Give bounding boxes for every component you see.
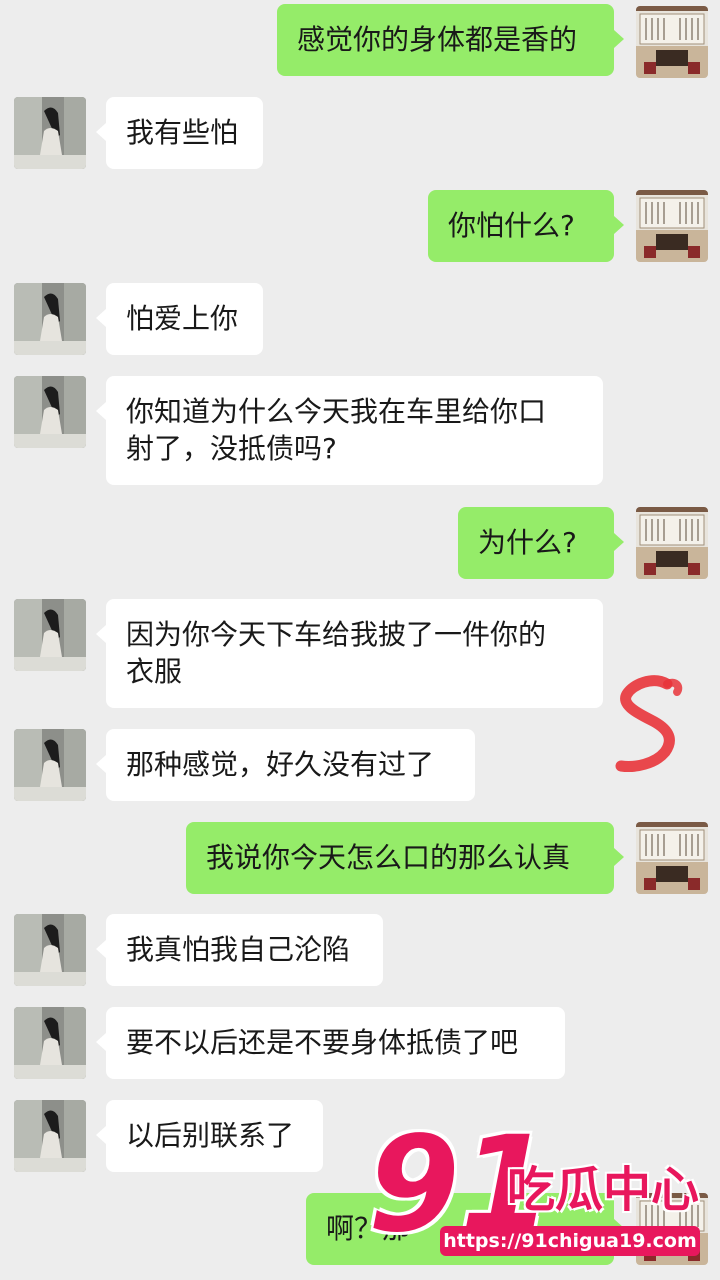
woman-photo-avatar-icon[interactable] bbox=[14, 376, 86, 448]
received-bubble[interactable]: 我真怕我自己沦陷 bbox=[96, 914, 383, 986]
woman-photo-avatar-icon[interactable] bbox=[14, 914, 86, 986]
received-bubble[interactable]: 因为你今天下车给我披了一件你的 衣服 bbox=[96, 599, 603, 708]
calligraphy-hall-avatar-icon[interactable] bbox=[636, 190, 708, 262]
woman-photo-avatar-icon[interactable] bbox=[14, 729, 86, 801]
woman-photo-avatar-icon[interactable] bbox=[14, 1100, 86, 1172]
received-bubble[interactable]: 怕爱上你 bbox=[96, 283, 263, 355]
woman-photo-avatar-icon[interactable] bbox=[14, 283, 86, 355]
calligraphy-hall-avatar-icon[interactable] bbox=[636, 507, 708, 579]
received-bubble[interactable]: 你知道为什么今天我在车里给你口 射了，没抵债吗? bbox=[96, 376, 603, 485]
red-squiggle-mark-icon bbox=[615, 675, 683, 772]
received-bubble[interactable]: 我有些怕 bbox=[96, 97, 263, 169]
received-bubble[interactable]: 以后别联系了 bbox=[96, 1100, 323, 1172]
calligraphy-hall-avatar-icon[interactable] bbox=[636, 6, 708, 78]
watermark-brand: 吃瓜中心 bbox=[507, 1162, 700, 1218]
woman-photo-avatar-icon[interactable] bbox=[14, 97, 86, 169]
sent-bubble[interactable]: 我说你今天怎么口的那么认真 bbox=[186, 822, 624, 894]
woman-photo-avatar-icon[interactable] bbox=[14, 599, 86, 671]
sent-bubble[interactable]: 你怕什么? bbox=[428, 190, 624, 262]
woman-photo-avatar-icon[interactable] bbox=[14, 1007, 86, 1079]
watermark-url[interactable]: https://91chigua19.com bbox=[440, 1226, 700, 1256]
sent-bubble[interactable]: 为什么? bbox=[458, 507, 624, 579]
received-bubble[interactable]: 要不以后还是不要身体抵债了吧 bbox=[96, 1007, 565, 1079]
calligraphy-hall-avatar-icon[interactable] bbox=[636, 822, 708, 894]
received-bubble[interactable]: 那种感觉，好久没有过了 bbox=[96, 729, 475, 801]
sent-bubble[interactable]: 感觉你的身体都是香的 bbox=[277, 4, 624, 76]
